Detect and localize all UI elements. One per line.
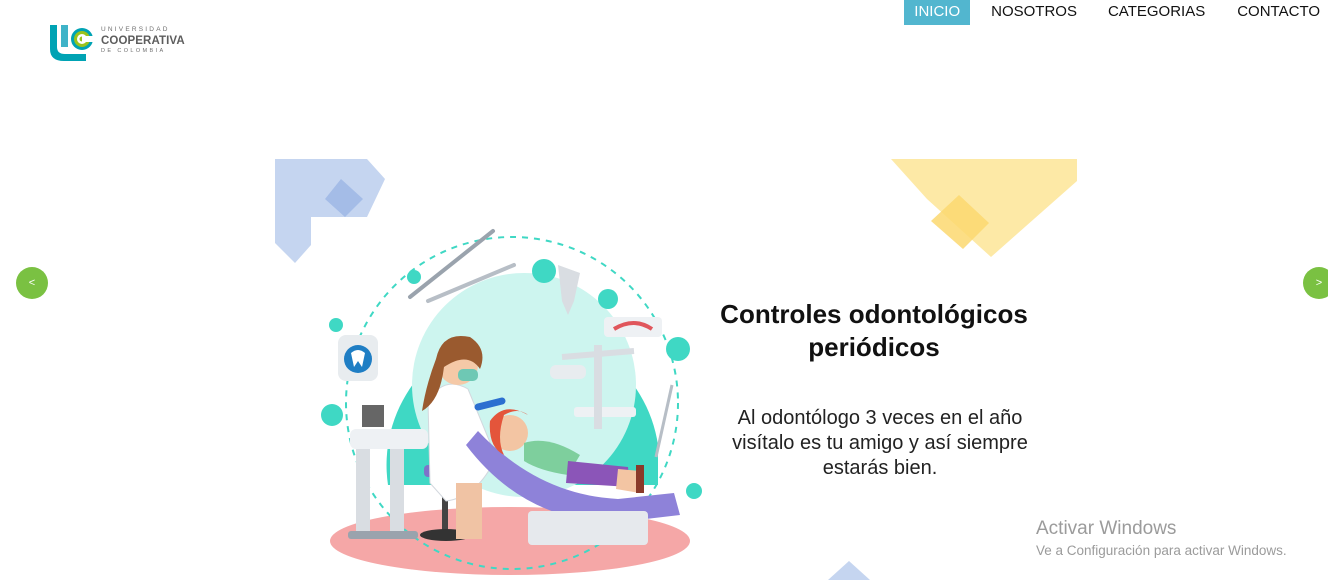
nav-item-nosotros[interactable]: NOSOTROS — [991, 0, 1077, 25]
logo-line-2: COOPERATIVA — [101, 34, 185, 47]
slide-title: Controles odontológicos periódicos — [720, 299, 1028, 362]
nav-item-categorias[interactable]: CATEGORIAS — [1108, 0, 1205, 25]
university-logo[interactable]: UNIVERSIDAD COOPERATIVA DE COLOMBIA — [48, 21, 198, 63]
uc-logo-mark-icon — [50, 25, 94, 61]
main-nav: INICIO NOSOTROS CATEGORIAS CONTACTO — [904, 0, 1328, 25]
slide-text: Al odontólogo 3 veces en el año visítalo… — [732, 407, 1028, 479]
windows-activation-subtitle: Ve a Configuración para activar Windows. — [1036, 543, 1287, 558]
dentist-illustration — [321, 229, 702, 575]
blue-bottom-shape — [828, 561, 870, 580]
logo-wordmark: UNIVERSIDAD COOPERATIVA DE COLOMBIA — [101, 26, 185, 55]
carousel-next-button[interactable]: > — [1303, 267, 1328, 299]
nav-item-contacto[interactable]: CONTACTO — [1237, 0, 1320, 25]
page: UNIVERSIDAD COOPERATIVA DE COLOMBIA INIC… — [0, 0, 1328, 580]
logo-line-3: DE COLOMBIA — [101, 48, 166, 54]
carousel-prev-button[interactable]: < — [16, 267, 48, 299]
yellow-triangle-shape — [891, 159, 1077, 257]
windows-activation-title: Activar Windows — [1036, 518, 1177, 539]
nav-item-inicio[interactable]: INICIO — [904, 0, 971, 25]
logo-line-1: UNIVERSIDAD — [101, 26, 170, 33]
